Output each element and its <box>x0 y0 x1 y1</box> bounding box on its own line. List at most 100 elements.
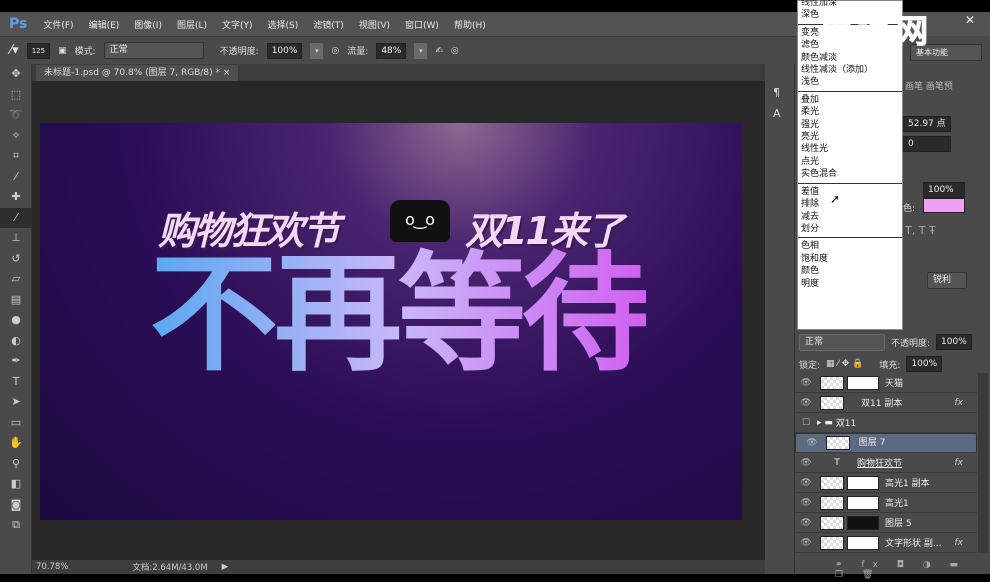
blur-tool-icon[interactable]: ● <box>0 310 32 331</box>
layer-blend-select[interactable]: 正常 <box>799 333 885 351</box>
eraser-icon[interactable]: ▱ <box>0 269 32 290</box>
layer-row[interactable]: 👁 天猫 <box>795 373 977 393</box>
menu-item[interactable]: 线性减淡（添加） <box>801 64 899 76</box>
zoom-level[interactable]: 70.78% <box>36 562 68 572</box>
brush-tool-icon[interactable]: ⁄ <box>0 207 32 228</box>
flow-dropdown[interactable]: ▾ <box>414 42 428 59</box>
lasso-tool-icon[interactable]: ➰ <box>0 105 32 126</box>
color-swatches-icon[interactable]: ◧ <box>0 474 32 495</box>
path-select-icon[interactable]: ➤ <box>0 392 32 413</box>
history-brush-icon[interactable]: ↺ <box>0 249 32 270</box>
layer-group-row[interactable]: ☐ ▸ ▬ 双11 <box>795 413 977 433</box>
menu-item[interactable]: 颜色减淡 <box>801 52 899 64</box>
text-style-icons[interactable]: T, T Ŧ <box>905 224 936 237</box>
menu-file[interactable]: 文件(F) <box>43 18 73 31</box>
menu-item[interactable]: 线性光 <box>801 143 899 155</box>
menu-item[interactable]: 强光 <box>801 119 899 131</box>
menu-item[interactable]: 色相 <box>801 240 899 252</box>
stamp-tool-icon[interactable]: ⊥ <box>0 228 32 249</box>
mode-select[interactable]: 正常 <box>103 42 204 59</box>
magic-wand-icon[interactable]: ✧ <box>0 126 32 147</box>
gradient-tool-icon[interactable]: ▤ <box>0 290 32 311</box>
move-tool-icon[interactable]: ✥ <box>0 64 32 85</box>
airbrush-icon[interactable]: ✍ <box>435 46 443 56</box>
hand-tool-icon[interactable]: ✋ <box>0 433 32 454</box>
layer-row[interactable]: 👁 高光1 副本 <box>795 473 977 493</box>
close-tab-icon[interactable]: × <box>223 68 231 78</box>
healing-brush-icon[interactable]: ✚ <box>0 187 32 208</box>
status-menu-icon[interactable]: ▶ <box>222 562 229 572</box>
expand-arrow-icon[interactable]: ▸ ▬ <box>817 418 833 428</box>
menu-item[interactable]: 浅色 <box>801 76 899 88</box>
quick-mask-icon[interactable]: ◙ <box>0 495 32 516</box>
opacity-input[interactable]: 100% <box>266 42 303 59</box>
fx-icon[interactable]: fx <box>955 398 964 408</box>
menu-item[interactable]: 饱和度 <box>801 253 899 265</box>
leading-input[interactable]: 52.97 点 <box>903 116 951 132</box>
layer-row[interactable]: 👁 双11 副本 fx <box>795 393 977 413</box>
layers-footer-icons[interactable]: ⚭ fx ◘ ◑ ▬ ❐ 🗑 <box>835 560 990 580</box>
marquee-tool-icon[interactable]: ⬚ <box>0 85 32 106</box>
menu-filter[interactable]: 滤镜(T) <box>313 18 344 31</box>
menu-item[interactable]: 叠加 <box>801 94 899 106</box>
layer-row-selected[interactable]: 👁 图层 7 <box>795 433 977 453</box>
antialias-select[interactable]: 锐利 <box>927 272 967 289</box>
zoom-tool-icon[interactable]: ⚲ <box>0 454 32 475</box>
menu-item[interactable]: 差值 <box>801 186 899 198</box>
shape-tool-icon[interactable]: ▭ <box>0 413 32 434</box>
tracking-input[interactable]: 0 <box>903 136 951 152</box>
eye-icon[interactable]: 👁 <box>795 518 817 528</box>
lock-icons[interactable]: ▦ ⁄ ✥ 🔒 <box>826 359 863 369</box>
fx-icon[interactable]: fx <box>955 458 964 468</box>
menu-select[interactable]: 选择(S) <box>268 18 299 31</box>
pressure-opacity-icon[interactable]: ◎ <box>331 46 339 56</box>
menu-type[interactable]: 文字(Y) <box>222 18 253 31</box>
menu-image[interactable]: 图像(I) <box>134 18 162 31</box>
menu-edit[interactable]: 编辑(E) <box>89 18 120 31</box>
brush-size[interactable]: 125 <box>26 42 51 59</box>
flow-input[interactable]: 48% <box>376 42 407 59</box>
pen-tool-icon[interactable]: ✒ <box>0 351 32 372</box>
menu-item[interactable]: 点光 <box>801 156 899 168</box>
eyedropper-icon[interactable]: ⁄ <box>0 167 32 188</box>
horizontal-scale-input[interactable]: 100% <box>923 182 965 198</box>
eye-icon[interactable]: 👁 <box>795 398 817 408</box>
layer-row[interactable]: 👁 高光1 <box>795 493 977 513</box>
eye-icon[interactable]: 👁 <box>801 436 823 451</box>
paragraph-panel-icon[interactable]: ¶ <box>773 86 794 99</box>
opacity-dropdown[interactable]: ▾ <box>310 42 324 59</box>
fx-icon[interactable]: fx <box>955 538 964 548</box>
screen-mode-icon[interactable]: ⧉ <box>0 515 32 536</box>
eye-icon[interactable]: 👁 <box>795 378 817 388</box>
eye-icon[interactable]: 👁 <box>795 458 817 468</box>
eye-icon[interactable]: 👁 <box>795 478 817 488</box>
layers-scrollbar[interactable] <box>978 373 988 553</box>
layer-opacity-input[interactable]: 100% <box>936 334 972 350</box>
char-panel-tabs[interactable]: 画笔 画笔预 <box>905 79 953 92</box>
menu-help[interactable]: 帮助(H) <box>454 18 486 31</box>
dodge-tool-icon[interactable]: ◐ <box>0 331 32 352</box>
menu-window[interactable]: 窗口(W) <box>405 18 439 31</box>
menu-item[interactable]: 亮光 <box>801 131 899 143</box>
character-panel-icon[interactable]: A <box>773 107 794 120</box>
visibility-box[interactable]: ☐ <box>795 418 817 428</box>
close-window-icon[interactable]: ✕ <box>965 13 975 27</box>
menu-item[interactable]: 柔光 <box>801 106 899 118</box>
menu-item[interactable]: 排除 <box>801 198 899 210</box>
layer-row[interactable]: 👁 文字形状 副... fx <box>795 533 977 553</box>
brush-panel-icon[interactable]: ▣ <box>58 46 67 56</box>
menu-item[interactable]: 划分 <box>801 223 899 235</box>
menu-item[interactable]: 减去 <box>801 211 899 223</box>
crop-tool-icon[interactable]: ⌗ <box>0 146 32 167</box>
type-tool-icon[interactable]: T <box>0 372 32 393</box>
pressure-size-icon[interactable]: ◎ <box>451 46 459 56</box>
text-layer-row[interactable]: 👁 T 购物狂欢节 fx <box>795 453 977 473</box>
menu-layer[interactable]: 图层(L) <box>177 18 207 31</box>
menu-item[interactable]: 实色混合 <box>801 168 899 180</box>
fill-input[interactable]: 100% <box>906 356 943 372</box>
menu-item[interactable]: 明度 <box>801 278 899 290</box>
brush-tool-icon[interactable]: ⁄▾ <box>10 43 19 58</box>
text-color-swatch[interactable] <box>923 198 965 213</box>
layer-row[interactable]: 👁 图层 5 <box>795 513 977 533</box>
document-tab[interactable]: 未标题-1.psd @ 70.8% (图层 7, RGB/8) * × <box>36 65 239 81</box>
